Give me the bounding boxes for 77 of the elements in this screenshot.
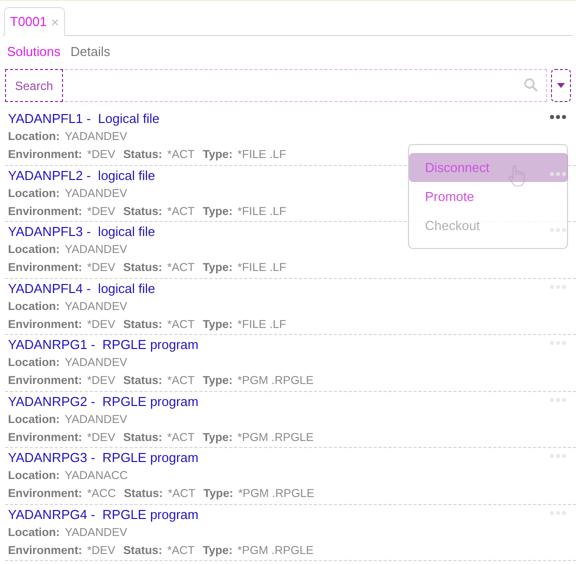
field-value: *ACT [167, 206, 195, 218]
item-title[interactable]: YADANRPG4 - RPGLE program [8, 504, 198, 524]
field-label: Environment: [8, 488, 82, 500]
field-value: *ACT [167, 262, 195, 274]
field-label: Status: [123, 149, 162, 162]
field-value: *DEV [87, 318, 116, 331]
field-label: Location: [8, 300, 60, 313]
field-value: *ACT [167, 544, 195, 557]
field-value: *ACT [168, 488, 196, 500]
item-title[interactable]: YADANPFL3 - logical file [8, 222, 156, 241]
field-value: YADANDEV [64, 131, 128, 144]
field-label: Environment: [8, 375, 82, 388]
field-value: YADANACC [64, 470, 128, 482]
field-label: Status: [124, 488, 163, 500]
field-label: Status: [123, 262, 162, 274]
item-title[interactable]: YADANRPG3 - RPGLE program [8, 448, 198, 467]
item-title[interactable]: YADANPFL1 - Logical file [8, 109, 160, 128]
field-value: YADANDEV [64, 526, 128, 539]
field-label: Location: [8, 131, 60, 144]
field-value: *ACT [167, 149, 195, 162]
menu-item[interactable]: Promote [409, 182, 568, 211]
field-label: Environment: [8, 206, 82, 218]
field-value: *FILE .LF [238, 262, 286, 274]
field-label: Environment: [8, 432, 82, 444]
field-label: Type: [202, 149, 233, 162]
field-label: Type: [202, 262, 233, 274]
field-value: YADANDEV [64, 414, 128, 426]
field-value: *DEV [87, 432, 116, 444]
field-label: Status: [123, 432, 162, 444]
field-value: *PGM .RPGLE [238, 375, 314, 388]
field-value: *FILE .LF [238, 318, 286, 331]
item-title[interactable]: YADANRPG1 - RPGLE program [8, 335, 198, 354]
field-value: *ACT [167, 318, 195, 331]
document-tab[interactable]: T0001 × [4, 7, 66, 36]
field-value: *DEV [87, 375, 116, 388]
field-value: *PGM .RPGLE [238, 432, 314, 444]
field-value: *FILE .LF [238, 149, 286, 162]
field-value: *PGM .RPGLE [238, 488, 314, 500]
field-label: Environment: [8, 318, 82, 331]
field-label: Location: [8, 244, 60, 256]
field-value: *DEV [87, 206, 116, 218]
view-tab[interactable]: Details [70, 42, 110, 60]
field-label: Status: [123, 318, 162, 331]
field-value: YADANDEV [64, 188, 128, 200]
field-label: Environment: [8, 262, 82, 274]
field-value: YADANDEV [64, 357, 128, 370]
field-value: YADANDEV [64, 300, 128, 313]
field-label: Type: [202, 375, 233, 388]
item-title[interactable]: YADANPFL4 - logical file [8, 278, 156, 298]
item-title[interactable]: YADANPFL2 - logical file [8, 166, 156, 184]
field-label: Status: [123, 206, 162, 218]
field-label: Location: [8, 470, 60, 482]
field-value: *ACT [167, 375, 195, 388]
field-label: Location: [8, 526, 60, 539]
field-label: Type: [202, 544, 233, 557]
field-value: *DEV [87, 149, 116, 162]
field-value: YADANDEV [64, 244, 128, 256]
field-label: Type: [203, 488, 234, 500]
field-label: Environment: [8, 544, 82, 557]
field-label: Status: [123, 375, 162, 388]
field-label: Location: [8, 188, 60, 200]
field-label: Status: [123, 544, 162, 557]
field-value: *ACT [167, 432, 195, 444]
field-value: *DEV [87, 262, 116, 274]
tab-label: T0001 [10, 14, 47, 29]
view-tab[interactable]: Solutions [7, 42, 60, 60]
field-label: Environment: [8, 149, 82, 162]
field-value: *ACC [87, 488, 116, 500]
field-label: Type: [202, 206, 233, 218]
field-label: Type: [202, 432, 233, 444]
field-value: *DEV [87, 544, 116, 557]
field-label: Type: [202, 318, 233, 331]
field-label: Location: [8, 414, 60, 426]
field-label: Location: [8, 357, 60, 370]
field-value: *PGM .RPGLE [238, 544, 314, 557]
field-value: *FILE .LF [238, 206, 286, 218]
item-title[interactable]: YADANRPG2 - RPGLE program [8, 392, 198, 410]
